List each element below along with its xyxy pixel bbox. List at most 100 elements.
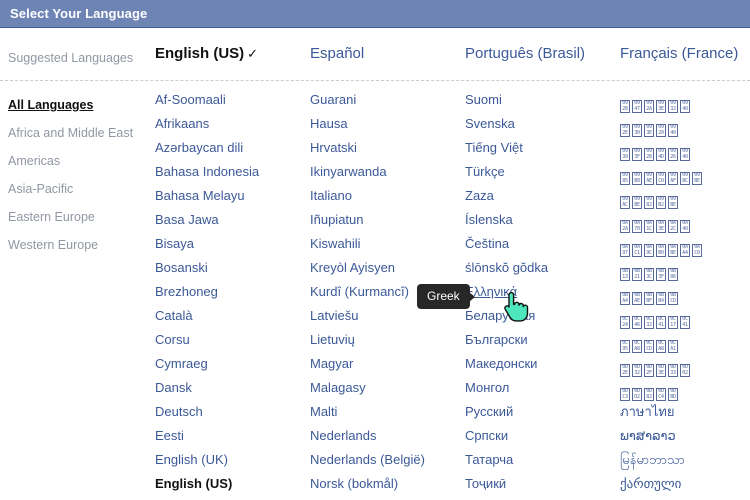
missing-glyph-box: 09 39 <box>620 148 630 161</box>
language-option[interactable]: 09 39 09 3F 09 28 09 4D 09 26 09 40 <box>620 140 750 164</box>
language-option[interactable]: 0D C3 0D D2 0D 82 0D C4 0D BD <box>620 380 750 404</box>
language-option[interactable]: Српски <box>465 428 620 452</box>
missing-glyph-box: 0D 33 <box>668 364 678 377</box>
language-option[interactable]: 0A 2A 0A 70 0A 1C 0A 3E 0A 2C 0A 40 <box>620 212 750 236</box>
language-option[interactable]: Tiếng Việt <box>465 140 620 164</box>
language-option[interactable]: Deutsch <box>155 404 310 428</box>
language-option-label: Bahasa Melayu <box>155 188 245 203</box>
missing-glyph-box: 0B AE <box>632 292 642 305</box>
language-option[interactable]: Zaza <box>465 188 620 212</box>
language-option[interactable]: Norsk (bokmål) <box>310 476 465 500</box>
language-option-label: Zaza <box>465 188 494 203</box>
suggested-languages-list: English (US) ✓ Español Português (Brasil) Fr… <box>155 44 750 64</box>
sidebar-item-asia-pacific[interactable]: Asia-Pacific <box>8 176 155 204</box>
language-option[interactable]: Kiswahili <box>310 236 465 260</box>
missing-glyph-box: 0C 46 <box>632 316 642 329</box>
language-option[interactable]: Čeština <box>465 236 620 260</box>
language-option[interactable]: Bahasa Indonesia <box>155 164 310 188</box>
language-option[interactable]: Latviešu <box>310 308 465 332</box>
language-option[interactable]: Bisaya <box>155 236 310 260</box>
language-option[interactable]: 0A 97 0A C1 0A 9C 0A B0 0A BE 0A A4 0A C0 <box>620 236 750 260</box>
language-option[interactable]: 0B A4 0B AE 0B BF 0B B4 0B CD <box>620 284 750 308</box>
language-option-label: Català <box>155 308 193 323</box>
language-option[interactable]: Dansk <box>155 380 310 404</box>
sidebar-item-africa-and-middle-east[interactable]: Africa and Middle East <box>8 120 155 148</box>
sidebar-item-all-languages[interactable]: All Languages <box>8 92 155 120</box>
language-option[interactable]: Ελληνικά <box>465 284 620 308</box>
language-option[interactable]: 09 85 09 B8 09 AE 09 C0 09 AF 09 BC 09 BE <box>620 164 750 188</box>
language-option[interactable]: Suomi <box>465 92 620 116</box>
language-option-label: Bosanski <box>155 260 208 275</box>
language-option-label: Nederlands <box>310 428 377 443</box>
language-option[interactable]: ภาษาไทย <box>620 404 750 428</box>
language-option[interactable]: 09 AC 09 BE 09 82 09 B2 09 BE <box>620 188 750 212</box>
checkmark-icon: ✓ <box>247 46 259 61</box>
missing-glyph-box: 09 C0 <box>656 172 666 185</box>
language-option[interactable]: Basa Jawa <box>155 212 310 236</box>
language-option[interactable]: 0D 2E 0D 32 0D 2F 0D 3E 0D 33 0D 02 <box>620 356 750 380</box>
language-option[interactable]: Монгол <box>465 380 620 404</box>
language-option[interactable]: Svenska <box>465 116 620 140</box>
language-option[interactable]: Af-Soomaali <box>155 92 310 116</box>
language-option[interactable]: 0B 13 0B 21 0B 3C 0B 3F 0B 06 <box>620 260 750 284</box>
language-option[interactable]: English (US) <box>155 476 310 500</box>
language-option[interactable]: ślōnskŏ gŏdka <box>465 260 620 284</box>
language-option[interactable]: Türkçe <box>465 164 620 188</box>
language-option[interactable]: Nederlands <box>310 428 465 452</box>
language-option[interactable]: Brezhoneg <box>155 284 310 308</box>
language-option[interactable]: ქართული <box>620 476 750 500</box>
language-option[interactable]: Hrvatski <box>310 140 465 164</box>
language-option[interactable]: English (UK) <box>155 452 310 476</box>
language-option[interactable]: Hausa <box>310 116 465 140</box>
language-option[interactable]: 09 2E 09 30 09 3E 09 20 09 40 <box>620 116 750 140</box>
language-option[interactable]: Azərbaycan dili <box>155 140 310 164</box>
language-option[interactable]: Bosanski <box>155 260 310 284</box>
missing-glyph-box: 09 BC <box>680 172 690 185</box>
language-option[interactable]: Български <box>465 332 620 356</box>
suggested-language-label: English (US) <box>155 45 245 62</box>
language-option[interactable]: Malti <box>310 404 465 428</box>
tooltip-arrow-icon <box>468 291 475 302</box>
suggested-language-4[interactable]: Français (France) <box>620 44 750 64</box>
language-option[interactable]: Ikinyarwanda <box>310 164 465 188</box>
missing-glyph-box: 09 BE <box>692 172 702 185</box>
language-option-label: Corsu <box>155 332 190 347</box>
language-option[interactable]: Cymraeg <box>155 356 310 380</box>
language-option[interactable]: Беларуская <box>465 308 620 332</box>
language-option[interactable]: Afrikaans <box>155 116 310 140</box>
language-option[interactable]: Magyar <box>310 356 465 380</box>
sidebar-item-western-europe[interactable]: Western Europe <box>8 232 155 260</box>
language-option-label: ślōnskŏ gŏdka <box>465 260 549 275</box>
language-option[interactable]: Iñupiatun <box>310 212 465 236</box>
language-option[interactable]: Kreyòl Ayisyen <box>310 260 465 284</box>
language-option-label: Malagasy <box>310 380 366 395</box>
sidebar-item-americas[interactable]: Americas <box>8 148 155 176</box>
language-option[interactable]: ພາສາລາວ <box>620 428 750 452</box>
language-option[interactable]: Italiano <box>310 188 465 212</box>
sidebar-item-eastern-europe[interactable]: Eastern Europe <box>8 204 155 232</box>
language-option[interactable]: Català <box>155 308 310 332</box>
suggested-language-1[interactable]: English (US) ✓ <box>155 44 310 64</box>
language-option[interactable]: Татарча <box>465 452 620 476</box>
language-option[interactable]: မြန်မာဘာသာ <box>620 452 750 476</box>
missing-glyph-box: 0C 32 <box>644 316 654 329</box>
language-option[interactable]: 0C 95 0C A8 0C CD 0C A8 0C A1 <box>620 332 750 356</box>
suggested-language-3[interactable]: Português (Brasil) <box>465 44 620 64</box>
missing-glyph-box: 0A 97 <box>620 244 630 257</box>
language-option[interactable]: Íslenska <box>465 212 620 236</box>
language-option[interactable]: Русский <box>465 404 620 428</box>
language-option[interactable]: Malagasy <box>310 380 465 404</box>
language-option[interactable]: 09 28 09 47 09 2A 09 3E 09 32 09 40 <box>620 92 750 116</box>
language-option[interactable]: Bahasa Melayu <box>155 188 310 212</box>
language-option[interactable]: Македонски <box>465 356 620 380</box>
language-option[interactable]: Тоҷикӣ <box>465 476 620 500</box>
language-option[interactable]: 0C 24 0C 46 0C 32 0C 41 0C 17 0C 41 <box>620 308 750 332</box>
missing-glyph-box: 0D 2F <box>644 364 654 377</box>
language-option[interactable]: Lietuvių <box>310 332 465 356</box>
language-option[interactable]: Guarani <box>310 92 465 116</box>
language-option[interactable]: Eesti <box>155 428 310 452</box>
suggested-language-2[interactable]: Español <box>310 44 465 64</box>
language-option-label: Kurdî (Kurmancî) <box>310 284 409 299</box>
language-option[interactable]: Corsu <box>155 332 310 356</box>
language-option[interactable]: Nederlands (België) <box>310 452 465 476</box>
